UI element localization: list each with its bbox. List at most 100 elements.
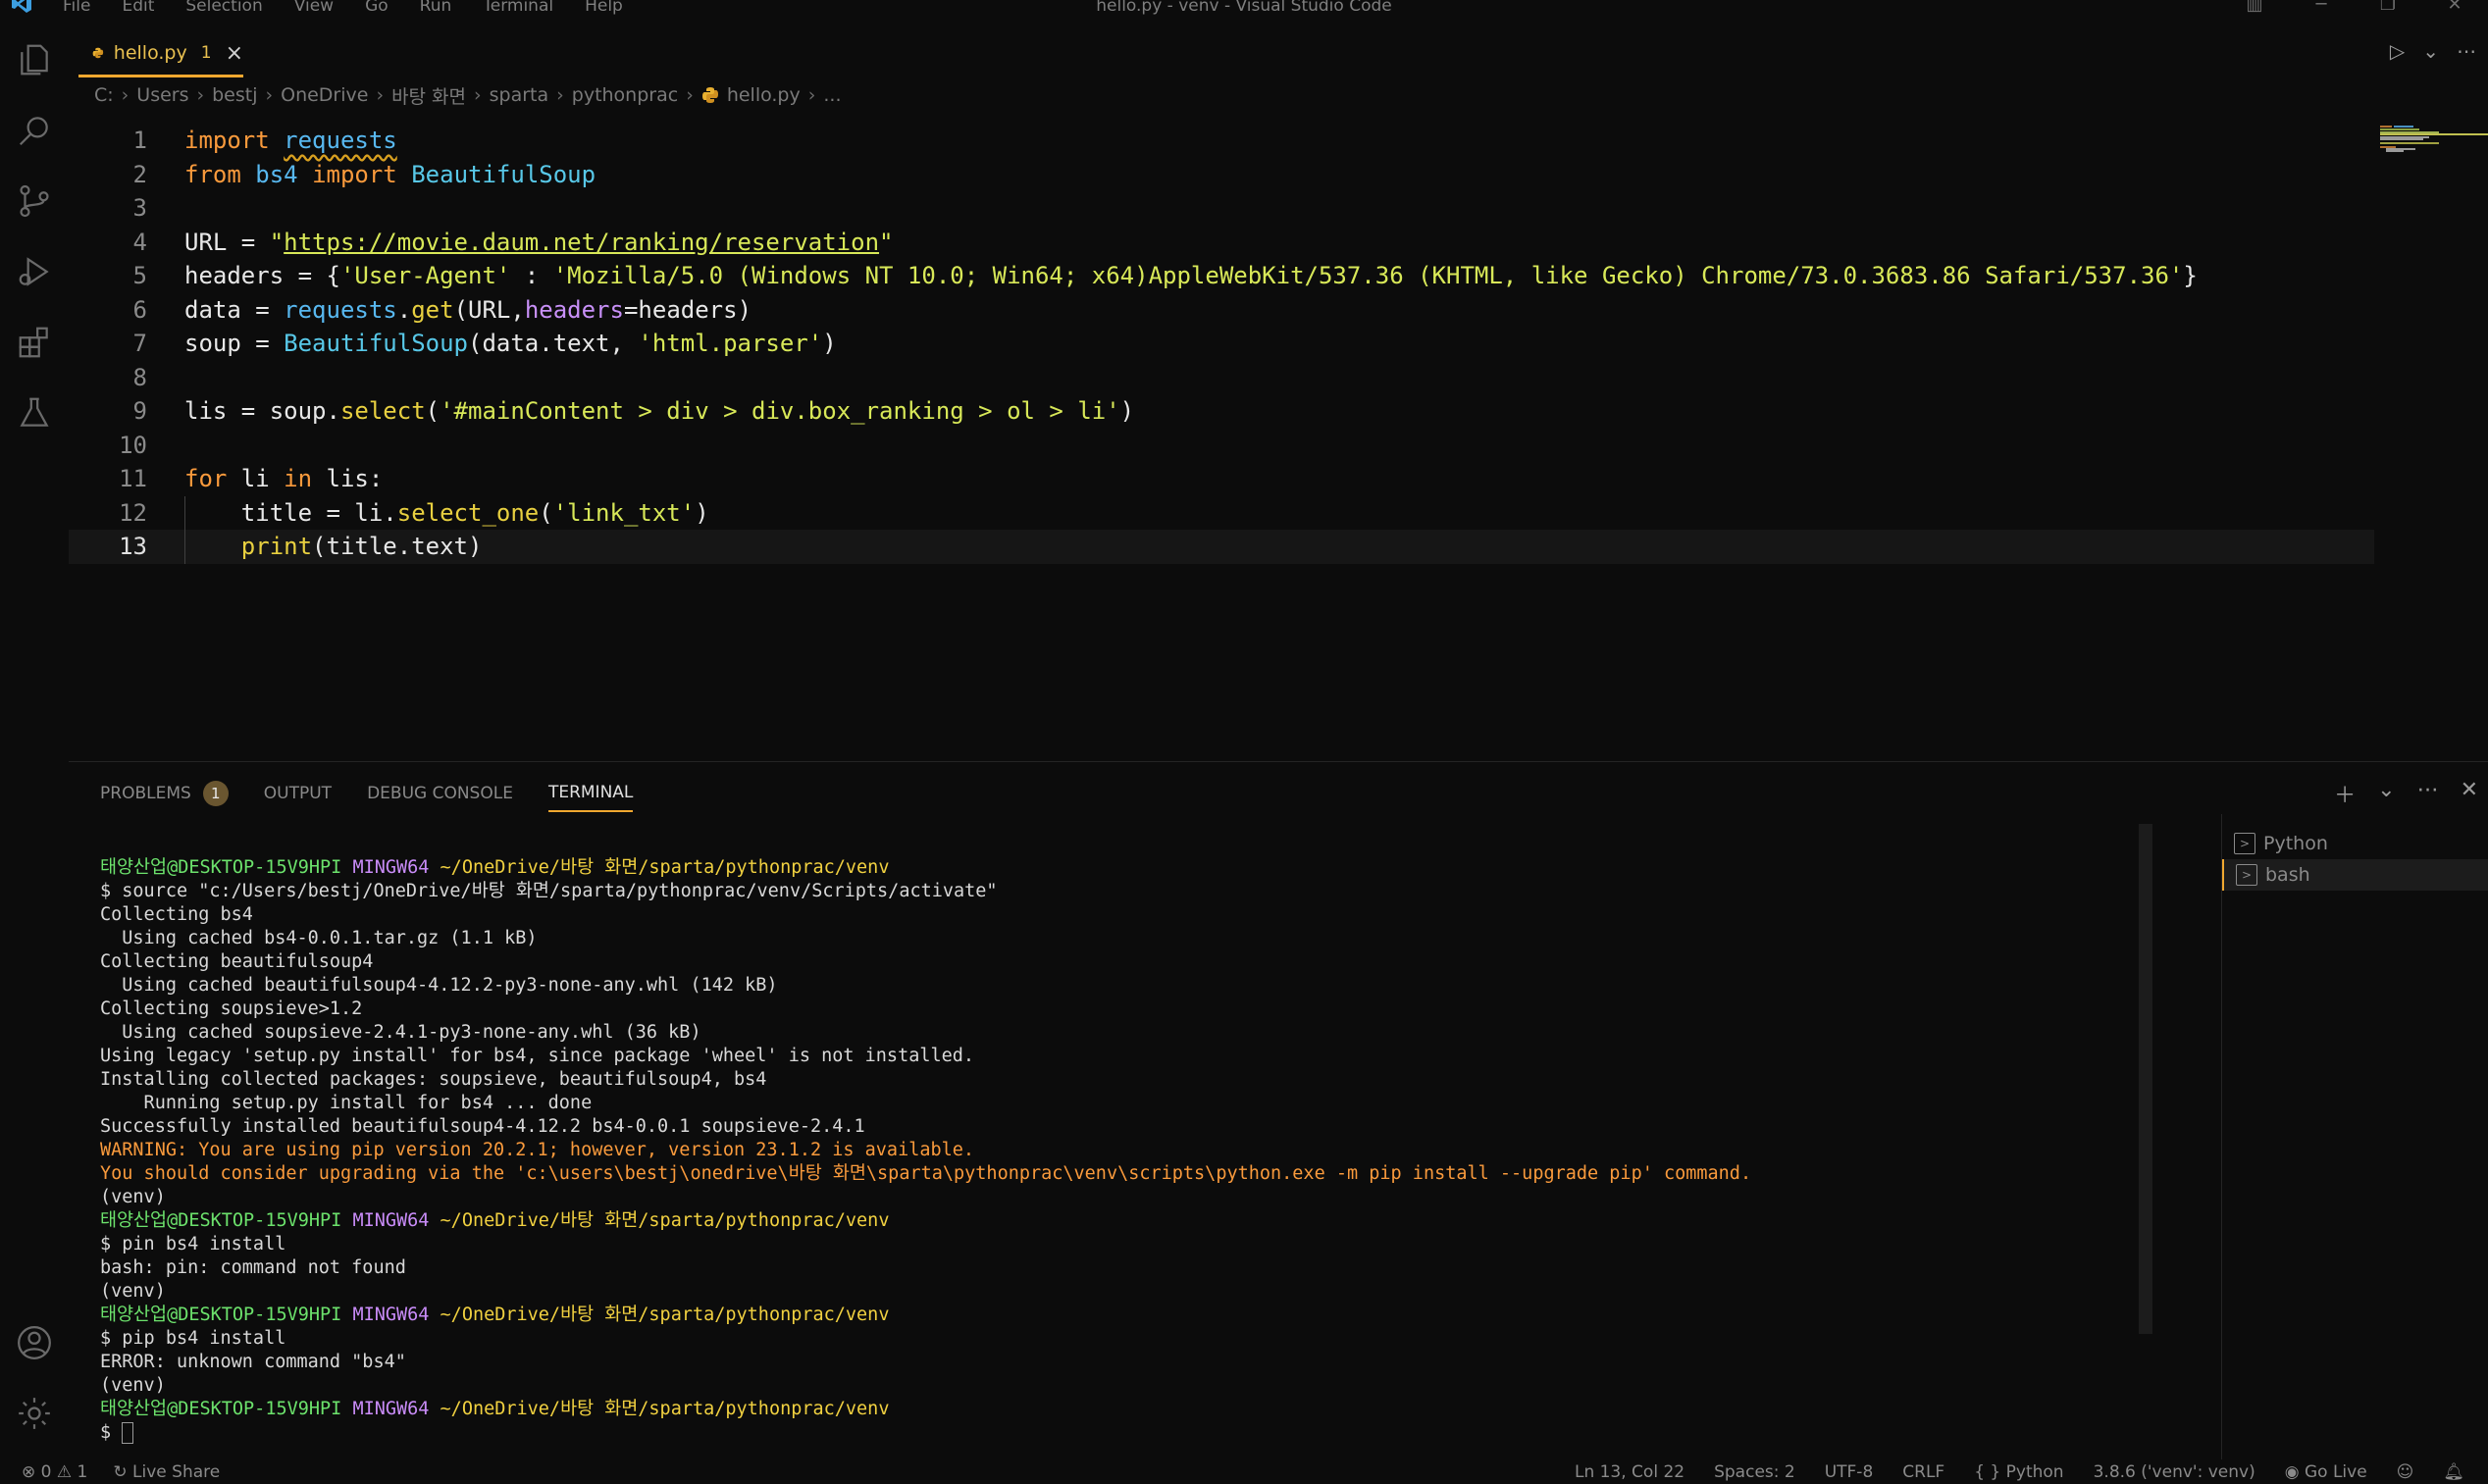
terminal-line: $ pin bs4 install [100, 1234, 286, 1254]
minimap[interactable] [2380, 110, 2488, 169]
code-text: print(title.text) [240, 533, 483, 560]
tab-terminal[interactable]: TERMINAL [547, 775, 634, 812]
code-text: headers = {'User-Agent' : 'Mozilla/5.0 (… [184, 262, 2198, 289]
prompt-path: ~/OneDrive/바탕 화면/sparta/pythonprac/venv [440, 1305, 890, 1325]
tab-problems[interactable]: PROBLEMS 1 [100, 776, 229, 811]
indentation[interactable]: Spaces: 2 [1714, 1462, 1795, 1482]
end-of-line[interactable]: CRLF [1902, 1462, 1944, 1482]
line-number: 11 [119, 465, 147, 492]
search-icon[interactable] [16, 112, 53, 149]
encoding[interactable]: UTF-8 [1825, 1462, 1874, 1482]
cursor-position[interactable]: Ln 13, Col 22 [1575, 1462, 1685, 1482]
code-line: 12 title = li.select_one('link_txt') [69, 495, 2423, 530]
terminal-scrollbar[interactable] [2139, 824, 2152, 1334]
bottom-panel: PROBLEMS 1 OUTPUT DEBUG CONSOLE TERMINAL … [69, 761, 2488, 1460]
new-terminal-icon[interactable]: ＋ [2334, 778, 2356, 809]
live-share-button[interactable]: ↻ Live Share [113, 1462, 220, 1482]
terminal-line: Using cached bs4-0.0.1.tar.gz (1.1 kB) [100, 928, 538, 948]
terminal-output[interactable]: 태양산업@DESKTOP-15V9HPI MINGW64 ~/OneDrive/… [100, 856, 2258, 1445]
breadcrumb-item[interactable]: pythonprac [572, 84, 678, 106]
go-live-button[interactable]: ◉ Go Live [2285, 1462, 2367, 1482]
terminal-line: Running setup.py install for bs4 ... don… [100, 1093, 593, 1113]
code-editor[interactable]: 1 import requests 2 from bs4 import Beauti… [69, 124, 2423, 564]
tab-problem-count: 1 [200, 43, 212, 63]
activity-bar [0, 16, 69, 1459]
breadcrumb-item[interactable]: hello.py [727, 84, 801, 106]
extensions-icon[interactable] [16, 324, 53, 361]
breadcrumb-item[interactable]: 바탕 화면 [391, 82, 466, 109]
editor-actions: ▷ ⌄ ⋯ [2390, 39, 2476, 63]
window-title: hello.py - venv - Visual Studio Code [1096, 0, 1392, 16]
terminal-prompt-line: 태양산업@DESKTOP-15V9HPI MINGW64 ~/OneDrive/… [100, 1209, 2258, 1233]
terminal-line: Installing collected packages: soupsieve… [100, 1069, 767, 1090]
settings-gear-icon[interactable] [16, 1395, 53, 1432]
more-actions-icon[interactable]: ⋯ [2457, 39, 2476, 63]
more-actions-icon[interactable]: ⋯ [2417, 778, 2439, 809]
breadcrumb-item[interactable]: OneDrive [281, 84, 368, 106]
run-python-file-icon[interactable]: ▷ [2390, 39, 2405, 63]
close-tab-icon[interactable]: × [226, 41, 243, 66]
python-interpreter[interactable]: 3.8.6 ('venv': venv) [2094, 1462, 2255, 1482]
code-text: from bs4 import BeautifulSoup [184, 160, 596, 188]
prompt-shell: MINGW64 [352, 857, 430, 878]
breadcrumb-item[interactable]: ... [823, 84, 841, 106]
tab-debug-console[interactable]: DEBUG CONSOLE [367, 776, 513, 811]
tab-output[interactable]: OUTPUT [264, 776, 332, 811]
prompt-shell: MINGW64 [352, 1210, 430, 1231]
account-icon[interactable] [16, 1324, 53, 1361]
tab-hello-py[interactable]: hello.py 1 × [78, 31, 243, 77]
problems-status[interactable]: ⊗ 0 ⚠ 1 [22, 1462, 87, 1482]
code-line: 7 soup = BeautifulSoup(data.text, 'html.p… [69, 327, 2423, 361]
prompt-user: 태양산업@DESKTOP-15V9HPI [100, 1210, 342, 1231]
terminal-input-line[interactable]: $ [100, 1421, 2258, 1445]
chevron-right-icon: › [686, 84, 694, 106]
close-panel-icon[interactable]: ✕ [2461, 778, 2478, 809]
breadcrumb-item[interactable]: Users [136, 84, 188, 106]
line-number: 2 [132, 160, 147, 188]
breadcrumb-item[interactable]: sparta [490, 84, 549, 106]
prompt-shell: MINGW64 [352, 1399, 430, 1419]
code-text: title = li.select_one('link_txt') [184, 498, 709, 527]
error-icon: ⊗ [22, 1461, 36, 1482]
language-label: Python [2005, 1461, 2064, 1482]
terminal-line: Collecting beautifulsoup4 [100, 951, 374, 972]
notifications-icon[interactable]: 🔔︎ [2443, 1462, 2464, 1482]
breadcrumb: C: › Users › bestj › OneDrive › 바탕 화면 › spart… [94, 80, 841, 110]
editor-tabs: hello.py 1 × [69, 31, 2488, 77]
status-right: Ln 13, Col 22 Spaces: 2 UTF-8 CRLF { } P… [1575, 1459, 2464, 1484]
terminal-list: > Python > bash [2221, 814, 2488, 1461]
explorer-icon[interactable] [16, 41, 53, 78]
close-window-icon[interactable]: ✕ [2421, 0, 2488, 15]
breadcrumb-item[interactable]: C: [94, 84, 114, 106]
feedback-icon[interactable]: ☺ [2397, 1462, 2414, 1482]
code-line: 5 headers = {'User-Agent' : 'Mozilla/5.0 … [69, 259, 2423, 293]
chevron-right-icon: › [376, 84, 385, 106]
language-mode[interactable]: { } Python [1974, 1462, 2063, 1482]
problems-count-badge: 1 [202, 781, 229, 806]
line-number: 5 [132, 262, 147, 289]
tab-label: DEBUG CONSOLE [367, 784, 513, 803]
terminal-item-python[interactable]: > Python [2222, 828, 2488, 859]
code-line: 2 from bs4 import BeautifulSoup [69, 158, 2423, 192]
chevron-down-icon[interactable]: ⌄ [2422, 39, 2439, 63]
testing-icon[interactable] [16, 394, 53, 432]
chevron-right-icon: › [474, 84, 482, 106]
restore-icon[interactable]: ❐ [2355, 0, 2421, 15]
run-debug-icon[interactable] [16, 253, 53, 290]
breadcrumb-item[interactable]: bestj [212, 84, 257, 106]
terminal-line: Using legacy 'setup.py install' for bs4,… [100, 1046, 975, 1066]
braces-icon: { } [1974, 1461, 2001, 1482]
layout-icon[interactable]: ▥ [2221, 0, 2288, 15]
panel-tabs: PROBLEMS 1 OUTPUT DEBUG CONSOLE TERMINAL [100, 775, 668, 812]
terminal-line: Using cached beautifulsoup4-4.12.2-py3-n… [100, 975, 778, 996]
status-left: ⊗ 0 ⚠ 1 ↻ Live Share [22, 1459, 220, 1484]
source-control-icon[interactable] [16, 182, 53, 220]
prompt-path: ~/OneDrive/바탕 화면/sparta/pythonprac/venv [440, 857, 890, 878]
chevron-down-icon[interactable]: ⌄ [2377, 778, 2395, 809]
error-count: 0 [40, 1461, 52, 1482]
minimize-icon[interactable]: ─ [2288, 0, 2355, 15]
line-number: 6 [132, 295, 147, 324]
tab-label: hello.py [113, 42, 187, 64]
line-number: 4 [132, 228, 147, 256]
terminal-item-bash[interactable]: > bash [2222, 859, 2488, 891]
